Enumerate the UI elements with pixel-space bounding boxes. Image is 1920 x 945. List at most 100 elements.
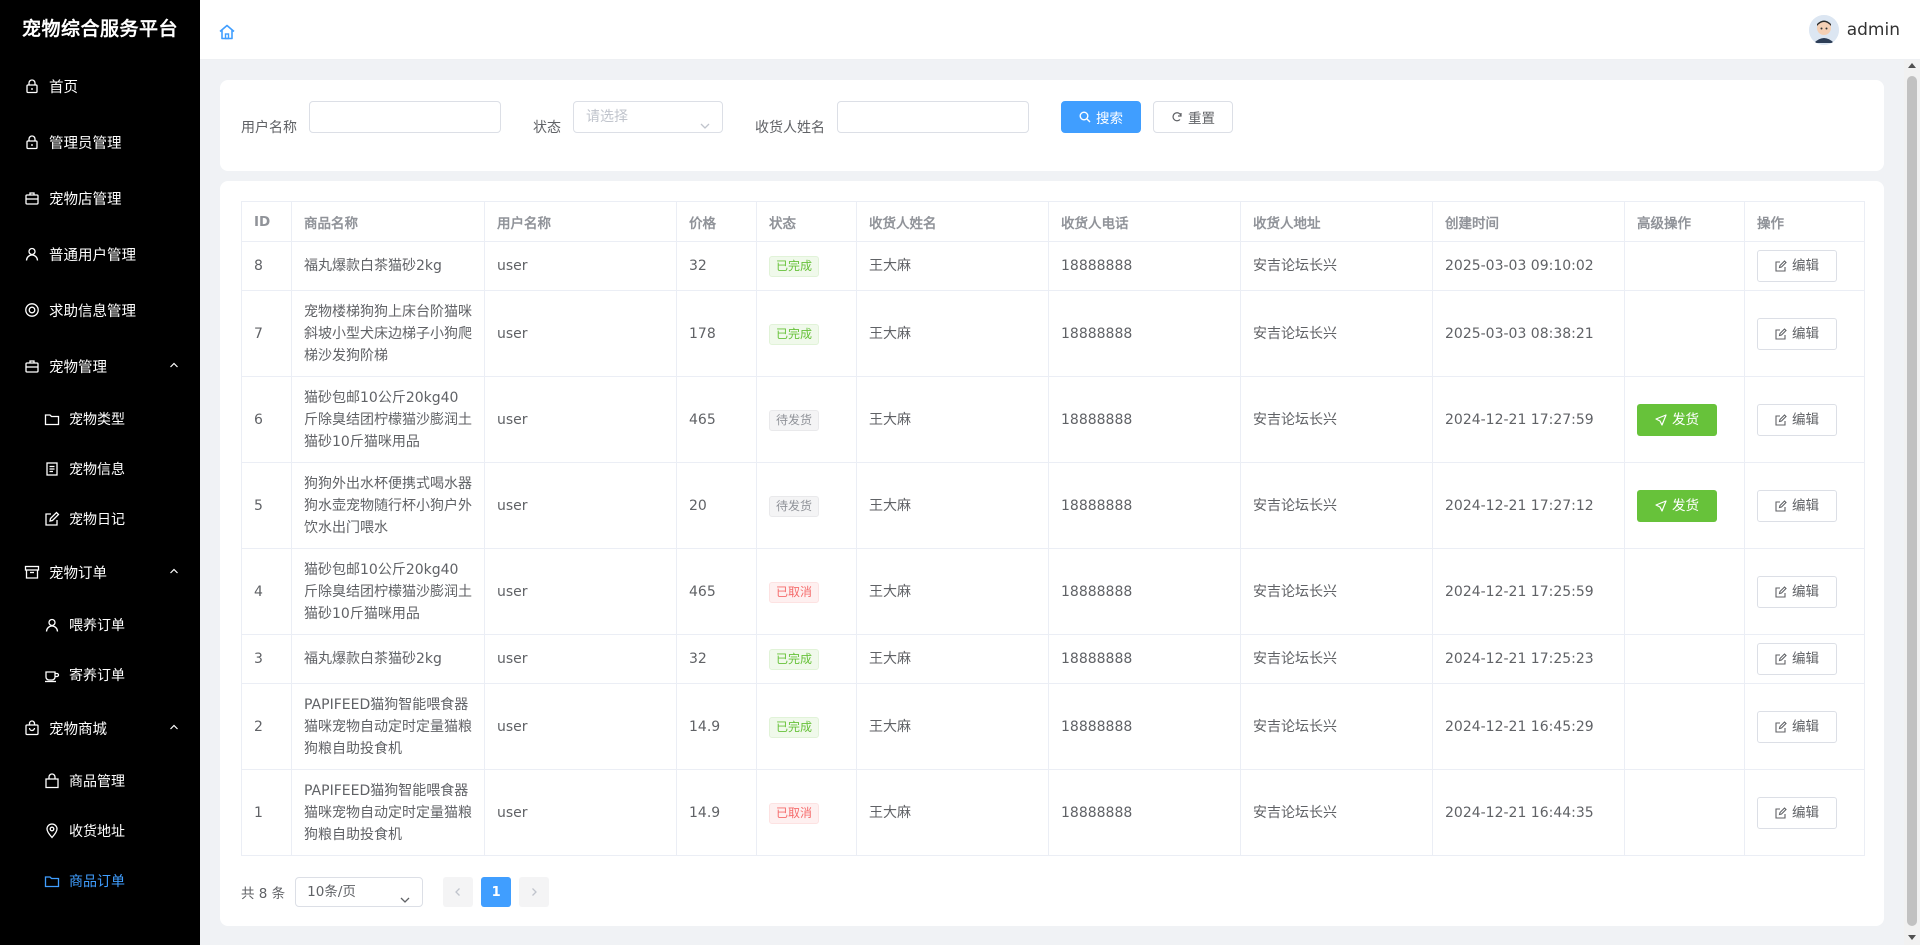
edit-button[interactable]: 编辑 [1757,403,1837,436]
scroll-down-arrow-icon[interactable] [1908,935,1916,940]
sidebar-subitem-5-1[interactable]: 宠物信息 [0,444,200,494]
edit-icon [1775,653,1787,665]
cell-actions: 编辑 [1744,683,1865,770]
briefcase-icon [24,190,40,206]
cell-actions: 编辑 [1744,241,1865,291]
table-row: 8 福丸爆款白茶猫砂2kg user 32 已完成 王大麻 18888888 安吉论坛长兴 20… [241,241,1865,291]
sidebar-item-4[interactable]: 求助信息管理 [0,282,200,338]
sidebar-subitem-5-2[interactable]: 宠物日记 [0,494,200,544]
sidebar-item-1[interactable]: 管理员管理 [0,114,200,170]
edit-button[interactable]: 编辑 [1757,489,1837,522]
table-body: 8 福丸爆款白茶猫砂2kg user 32 已完成 王大麻 18888888 安吉论坛长兴 20… [241,241,1865,856]
cell-advanced-actions [1624,548,1745,635]
edit-button[interactable]: 编辑 [1757,796,1837,829]
ship-button[interactable]: 发货 [1637,489,1717,522]
cell-phone: 18888888 [1048,376,1241,463]
edit-button[interactable]: 编辑 [1757,250,1837,282]
status-select[interactable]: 请选择 [573,101,723,133]
sidebar-item-3[interactable]: 普通用户管理 [0,226,200,282]
help-circle-icon [24,302,40,318]
page-size-select[interactable]: 10条/页 [295,877,424,907]
receiver-name-input[interactable] [837,101,1029,133]
search-form: 用户名称 状态 请选择 收货人姓名 搜索 重置 [220,80,1884,171]
scrollbar-thumb[interactable] [1907,76,1917,926]
edit-icon [1775,327,1787,340]
sidebar-item-0[interactable]: 首页 [0,58,200,114]
sidebar-item-7[interactable]: 宠物商城 [0,700,200,756]
status-badge: 待发货 [769,495,820,517]
edit-button[interactable]: 编辑 [1757,643,1837,675]
cell-created: 2025-03-03 09:10:02 [1432,241,1625,291]
cell-price: 14.9 [676,683,757,770]
column-header: 收货人地址 [1240,201,1433,242]
cell-id: 3 [241,634,292,684]
username-input[interactable] [309,101,501,133]
cell-created: 2024-12-21 16:44:35 [1432,769,1625,856]
sidebar-subitem-6-0[interactable]: 喂养订单 [0,600,200,650]
cell-status: 待发货 [756,462,857,549]
edit-icon [44,511,60,527]
cell-user: user [484,462,677,549]
table-row: 6 猫砂包邮10公斤20kg40斤除臭结团柠檬猫沙膨润土猫砂10斤猫咪用品 user… [241,376,1865,463]
cell-status: 已完成 [756,683,857,770]
cell-status: 已完成 [756,634,857,684]
search-icon [1079,111,1091,123]
page-number-button[interactable]: 1 [481,877,512,907]
sidebar-subitem-7-0[interactable]: 商品管理 [0,756,200,806]
cell-status: 已完成 [756,241,857,291]
edit-button-label: 编辑 [1792,497,1819,514]
sidebar-subitem-label: 宠物类型 [69,412,125,428]
prev-page-button[interactable] [443,877,474,907]
cell-id: 2 [241,683,292,770]
edit-button[interactable]: 编辑 [1757,710,1837,743]
cell-status: 待发货 [756,376,857,463]
user-menu[interactable]: admin [1808,15,1900,45]
cell-receiver: 王大麻 [856,462,1049,549]
sidebar-subitem-5-0[interactable]: 宠物类型 [0,394,200,444]
edit-button[interactable]: 编辑 [1757,575,1837,608]
sidebar-item-6[interactable]: 宠物订单 [0,544,200,600]
cell-receiver: 王大麻 [856,290,1049,377]
sidebar-item-label: 宠物管理 [49,359,107,376]
column-header: 收货人电话 [1048,201,1241,242]
status-badge: 已完成 [769,649,820,670]
column-header: 价格 [676,201,757,242]
chevron-down-icon [400,887,410,903]
username[interactable]: admin [1847,20,1900,40]
chevron-up-icon [168,359,180,371]
ship-button[interactable]: 发货 [1637,403,1717,436]
scroll-up-arrow-icon[interactable] [1908,63,1916,68]
cell-actions: 编辑 [1744,290,1865,377]
reset-button[interactable]: 重置 [1153,101,1233,133]
chevron-right-icon [532,888,538,896]
search-button[interactable]: 搜索 [1061,101,1141,133]
edit-button-label: 编辑 [1792,258,1819,274]
cell-product: PAPIFEED猫狗智能喂食器猫咪宠物自动定时定量猫粮狗粮自助投食机 [291,769,485,856]
sidebar-subitem-6-1[interactable]: 寄养订单 [0,650,200,700]
cell-address: 安吉论坛长兴 [1240,634,1433,684]
edit-icon [1775,413,1787,426]
sidebar-subitem-7-2[interactable]: 商品订单 [0,856,200,906]
sidebar-subitem-7-1[interactable]: 收货地址 [0,806,200,856]
user-icon [44,617,60,633]
cell-actions: 编辑 [1744,548,1865,635]
orders-table: ID 商品名称 用户名称 价格 状态 收货人姓名 收货人电话 收货人地址 创建时间 高级操作 操作 … [241,201,1865,856]
avatar[interactable] [1808,15,1839,45]
sidebar-item-5[interactable]: 宠物管理 [0,338,200,394]
cell-id: 5 [241,462,292,549]
home-icon[interactable] [218,23,236,41]
table-row: 2 PAPIFEED猫狗智能喂食器猫咪宠物自动定时定量猫粮狗粮自助投食机 user 1… [241,683,1865,770]
edit-button-label: 编辑 [1792,325,1819,342]
sidebar-item-label: 管理员管理 [49,135,122,152]
cell-address: 安吉论坛长兴 [1240,769,1433,856]
cell-user: user [484,548,677,635]
next-page-button[interactable] [519,877,550,907]
column-header: 用户名称 [484,201,677,242]
table-row: 4 猫砂包邮10公斤20kg40斤除臭结团柠檬猫沙膨润土猫砂10斤猫咪用品 user… [241,548,1865,635]
cell-user: user [484,683,677,770]
edit-button[interactable]: 编辑 [1757,317,1837,350]
edit-icon [1775,806,1787,819]
sidebar-item-2[interactable]: 宠物店管理 [0,170,200,226]
cell-created: 2024-12-21 17:27:12 [1432,462,1625,549]
cell-user: user [484,376,677,463]
